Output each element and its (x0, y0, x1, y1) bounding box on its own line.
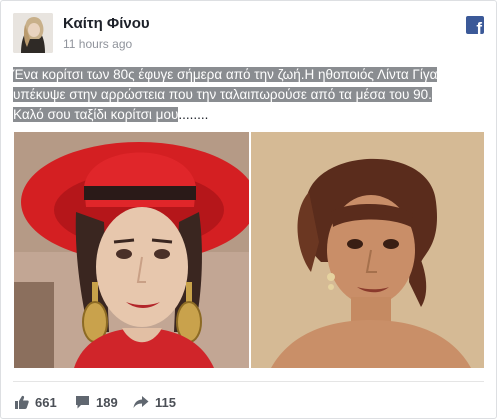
post-text-line: Καλό σου ταξίδι κορίτσι μου (13, 107, 179, 122)
post-photo-right[interactable] (251, 132, 484, 368)
share-count: 115 (155, 394, 176, 410)
author-avatar[interactable] (13, 13, 53, 53)
like-count-button[interactable]: 661 (15, 393, 57, 411)
facebook-logo-icon[interactable]: f (466, 16, 484, 34)
comment-count: 189 (96, 394, 118, 410)
facebook-logo-letter: f (476, 19, 482, 34)
like-count: 661 (35, 394, 57, 410)
post-text-line: υπέκυψε στην αρρώστεια που την ταλαιπωρο… (13, 87, 432, 102)
post-timestamp[interactable]: 11 hours ago (63, 37, 132, 51)
post-text-line: Ένα κορίτσι των 80ς έφυγε σήμερα από την… (13, 67, 438, 82)
post-photo-left[interactable] (14, 132, 249, 368)
like-icon (15, 395, 29, 409)
post-text: Ένα κορίτσι των 80ς έφυγε σήμερα από την… (13, 65, 483, 125)
comment-icon (75, 395, 90, 409)
comment-count-button[interactable]: 189 (75, 393, 118, 411)
author-name[interactable]: Καίτη Φίνου (63, 15, 150, 32)
footer-divider (13, 381, 484, 382)
share-icon (133, 395, 149, 409)
facebook-post-card: Καίτη Φίνου 11 hours ago f Ένα κορίτσι τ… (0, 0, 497, 419)
post-text-tail: ........ (178, 107, 209, 122)
share-count-button[interactable]: 115 (133, 393, 176, 411)
